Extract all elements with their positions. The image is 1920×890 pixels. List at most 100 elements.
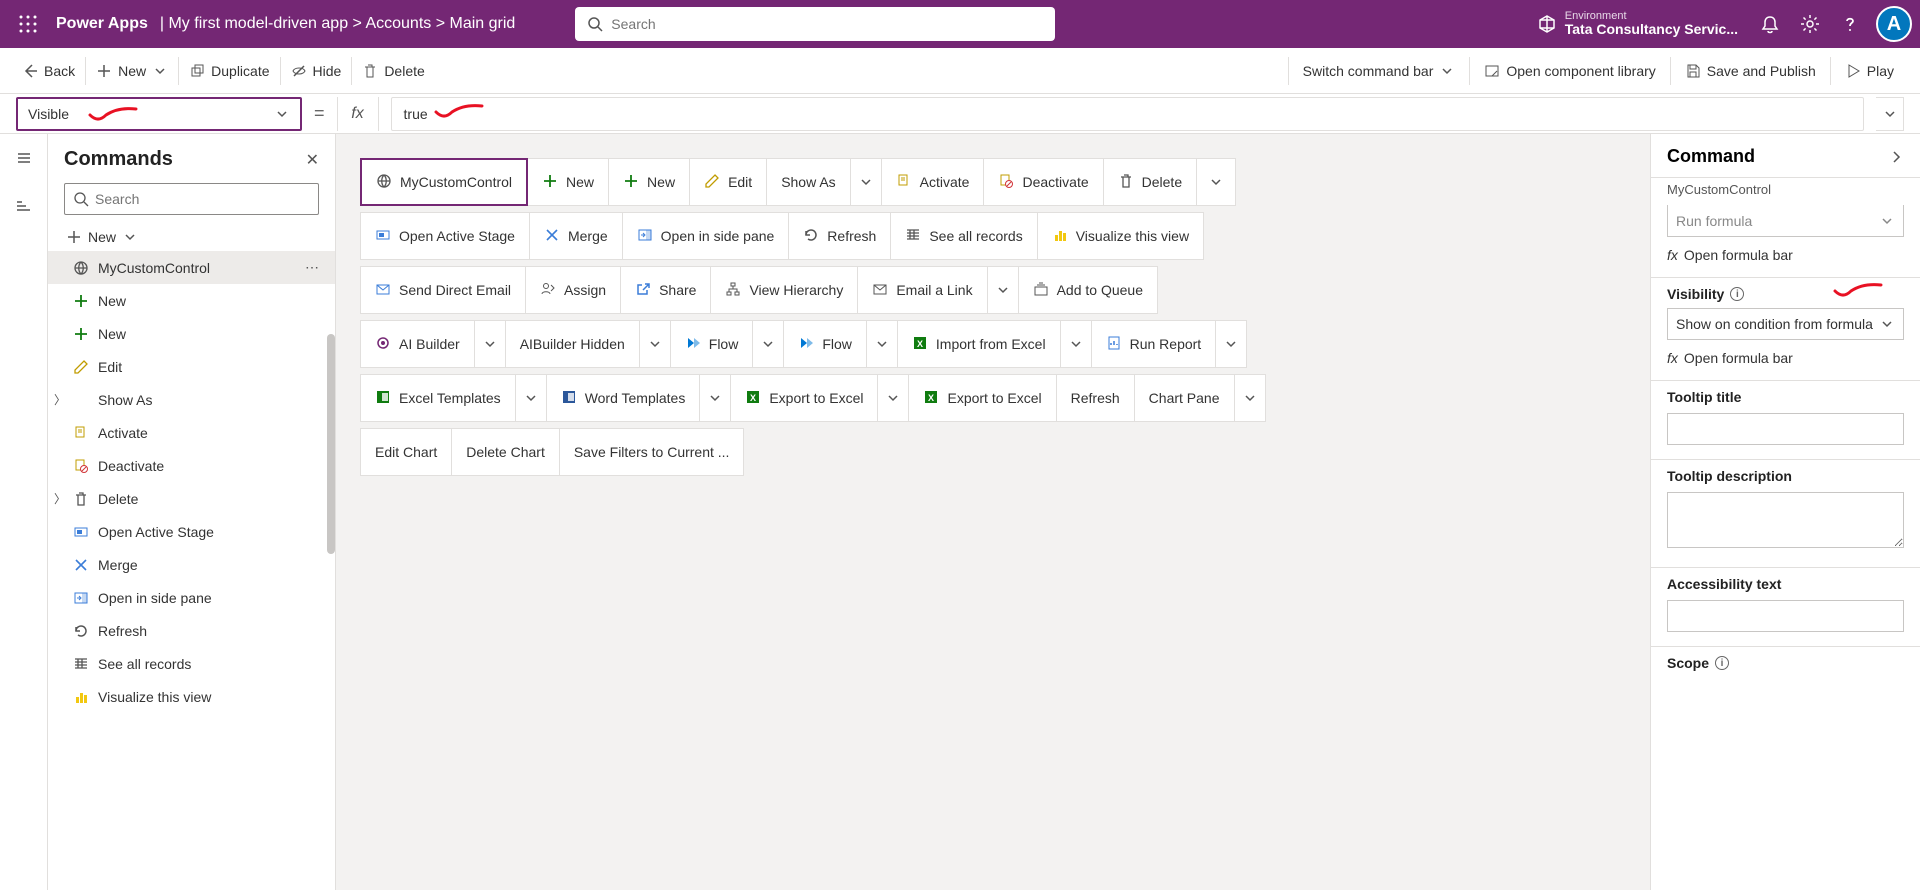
ribbon-btn-excel-templates[interactable]: Excel Templates xyxy=(360,374,516,422)
info-icon[interactable]: i xyxy=(1715,656,1729,670)
ribbon-btn-save-filters-to-current-[interactable]: Save Filters to Current ... xyxy=(559,428,745,476)
hamburger-icon[interactable] xyxy=(8,142,40,174)
tooltip-title-input[interactable] xyxy=(1667,413,1904,445)
ribbon-btn-assign[interactable]: Assign xyxy=(525,266,621,314)
tree-view-icon[interactable] xyxy=(8,190,40,222)
tree-item-edit[interactable]: Edit xyxy=(48,350,335,383)
ribbon-btn-mycustomcontrol[interactable]: MyCustomControl xyxy=(360,158,528,206)
commands-search-input[interactable] xyxy=(95,191,310,207)
settings-icon[interactable] xyxy=(1790,4,1830,44)
help-icon[interactable] xyxy=(1830,4,1870,44)
ribbon-btn-open-active-stage[interactable]: Open Active Stage xyxy=(360,212,530,260)
ribbon-btn-send-direct-email[interactable]: Send Direct Email xyxy=(360,266,526,314)
play-button[interactable]: Play xyxy=(1830,57,1908,85)
new-button[interactable]: New xyxy=(86,57,179,85)
ribbon-split-chevron[interactable] xyxy=(639,320,671,368)
commands-search[interactable] xyxy=(64,183,319,215)
tree-item-new[interactable]: New xyxy=(48,317,335,350)
ribbon-btn-new[interactable]: New xyxy=(527,158,609,206)
ribbon-split-chevron[interactable] xyxy=(1215,320,1247,368)
ribbon-btn-new[interactable]: New xyxy=(608,158,690,206)
open-formula-bar-link[interactable]: fx Open formula bar xyxy=(1667,247,1904,263)
tree-item-show-as[interactable]: 〉Show As xyxy=(48,383,335,416)
close-icon[interactable]: ✕ xyxy=(306,150,319,170)
action-dropdown[interactable]: Run formula xyxy=(1667,205,1904,237)
fx-icon[interactable]: fx xyxy=(337,97,379,131)
environment-picker[interactable]: Environment Tata Consultancy Servic... xyxy=(1537,10,1738,37)
ribbon-split-chevron[interactable] xyxy=(877,374,909,422)
canvas[interactable]: MyCustomControlNewNewEditShow AsActivate… xyxy=(336,134,1650,890)
switch-command-bar-button[interactable]: Switch command bar xyxy=(1288,57,1470,85)
ribbon-btn-add-to-queue[interactable]: Add to Queue xyxy=(1018,266,1158,314)
ribbon-btn-deactivate[interactable]: Deactivate xyxy=(983,158,1103,206)
global-search[interactable] xyxy=(575,7,1055,41)
ribbon-btn-flow[interactable]: Flow xyxy=(670,320,754,368)
ribbon-btn-refresh[interactable]: Refresh xyxy=(788,212,891,260)
ribbon-btn-merge[interactable]: Merge xyxy=(529,212,623,260)
ribbon-split-chevron[interactable] xyxy=(866,320,898,368)
ribbon-btn-view-hierarchy[interactable]: View Hierarchy xyxy=(710,266,858,314)
ribbon-btn-chart-pane[interactable]: Chart Pane xyxy=(1134,374,1235,422)
property-selector[interactable]: Visible xyxy=(16,97,302,131)
save-publish-button[interactable]: Save and Publish xyxy=(1670,57,1830,85)
commands-new-button[interactable]: New xyxy=(48,223,335,251)
ribbon-split-chevron[interactable] xyxy=(474,320,506,368)
accessibility-input[interactable] xyxy=(1667,600,1904,632)
ribbon-btn-email-a-link[interactable]: Email a Link xyxy=(857,266,987,314)
ribbon-btn-word-templates[interactable]: Word Templates xyxy=(546,374,701,422)
tree-item-merge[interactable]: Merge xyxy=(48,548,335,581)
global-search-input[interactable] xyxy=(611,16,1043,32)
ribbon-btn-export-to-excel[interactable]: XExport to Excel xyxy=(730,374,878,422)
ribbon-split-chevron[interactable] xyxy=(987,266,1019,314)
ribbon-btn-refresh[interactable]: Refresh xyxy=(1056,374,1135,422)
open-formula-bar-link-2[interactable]: fx Open formula bar xyxy=(1667,350,1904,366)
tree-item-delete[interactable]: 〉Delete xyxy=(48,482,335,515)
ribbon-btn-ai-builder[interactable]: AI Builder xyxy=(360,320,475,368)
tree-item-refresh[interactable]: Refresh xyxy=(48,614,335,647)
tree-item-open-active-stage[interactable]: Open Active Stage xyxy=(48,515,335,548)
ribbon-btn-see-all-records[interactable]: See all records xyxy=(890,212,1037,260)
tree-item-see-all-records[interactable]: See all records xyxy=(48,647,335,680)
ribbon-split-chevron[interactable] xyxy=(752,320,784,368)
back-button[interactable]: Back xyxy=(12,57,86,85)
ribbon-split-chevron[interactable] xyxy=(1234,374,1266,422)
tree-item-mycustomcontrol[interactable]: MyCustomControl⋯ xyxy=(48,251,335,284)
ribbon-btn-export-to-excel[interactable]: XExport to Excel xyxy=(908,374,1056,422)
formula-input[interactable]: true xyxy=(391,97,1864,131)
tree-item-visualize-this-view[interactable]: Visualize this view xyxy=(48,680,335,713)
ribbon-btn-aibuilder-hidden[interactable]: AIBuilder Hidden xyxy=(505,320,640,368)
ribbon-btn-delete-chart[interactable]: Delete Chart xyxy=(451,428,560,476)
ribbon-split-chevron[interactable] xyxy=(850,158,882,206)
hide-button[interactable]: Hide xyxy=(281,57,353,85)
ribbon-overflow-button[interactable] xyxy=(1196,158,1236,206)
ribbon-split-chevron[interactable] xyxy=(1060,320,1092,368)
waffle-icon[interactable] xyxy=(8,4,48,44)
scrollbar[interactable] xyxy=(327,334,335,554)
tree-item-deactivate[interactable]: Deactivate xyxy=(48,449,335,482)
more-icon[interactable]: ⋯ xyxy=(305,259,325,276)
ribbon-btn-delete[interactable]: Delete xyxy=(1103,158,1197,206)
ribbon-btn-flow[interactable]: Flow xyxy=(783,320,867,368)
ribbon-btn-activate[interactable]: Activate xyxy=(881,158,985,206)
notifications-icon[interactable] xyxy=(1750,4,1790,44)
ribbon-split-chevron[interactable] xyxy=(515,374,547,422)
tree-item-new[interactable]: New xyxy=(48,284,335,317)
ribbon-btn-visualize-this-view[interactable]: Visualize this view xyxy=(1037,212,1204,260)
user-avatar[interactable]: A xyxy=(1876,6,1912,42)
ribbon-btn-edit[interactable]: Edit xyxy=(689,158,767,206)
ribbon-split-chevron[interactable] xyxy=(699,374,731,422)
info-icon[interactable]: i xyxy=(1730,287,1744,301)
duplicate-button[interactable]: Duplicate xyxy=(179,57,280,85)
ribbon-btn-run-report[interactable]: Run Report xyxy=(1091,320,1217,368)
chevron-right-icon[interactable] xyxy=(1888,149,1904,165)
ribbon-btn-import-from-excel[interactable]: XImport from Excel xyxy=(897,320,1061,368)
tree-item-activate[interactable]: Activate xyxy=(48,416,335,449)
tree-item-open-in-side-pane[interactable]: Open in side pane xyxy=(48,581,335,614)
expand-formula-button[interactable] xyxy=(1876,97,1904,131)
tooltip-desc-input[interactable] xyxy=(1667,492,1904,548)
breadcrumb[interactable]: | My first model-driven app > Accounts >… xyxy=(156,15,515,33)
ribbon-btn-open-in-side-pane[interactable]: Open in side pane xyxy=(622,212,790,260)
ribbon-btn-share[interactable]: Share xyxy=(620,266,711,314)
visibility-dropdown[interactable]: Show on condition from formula xyxy=(1667,308,1904,340)
ribbon-btn-show-as[interactable]: Show As xyxy=(766,158,850,206)
